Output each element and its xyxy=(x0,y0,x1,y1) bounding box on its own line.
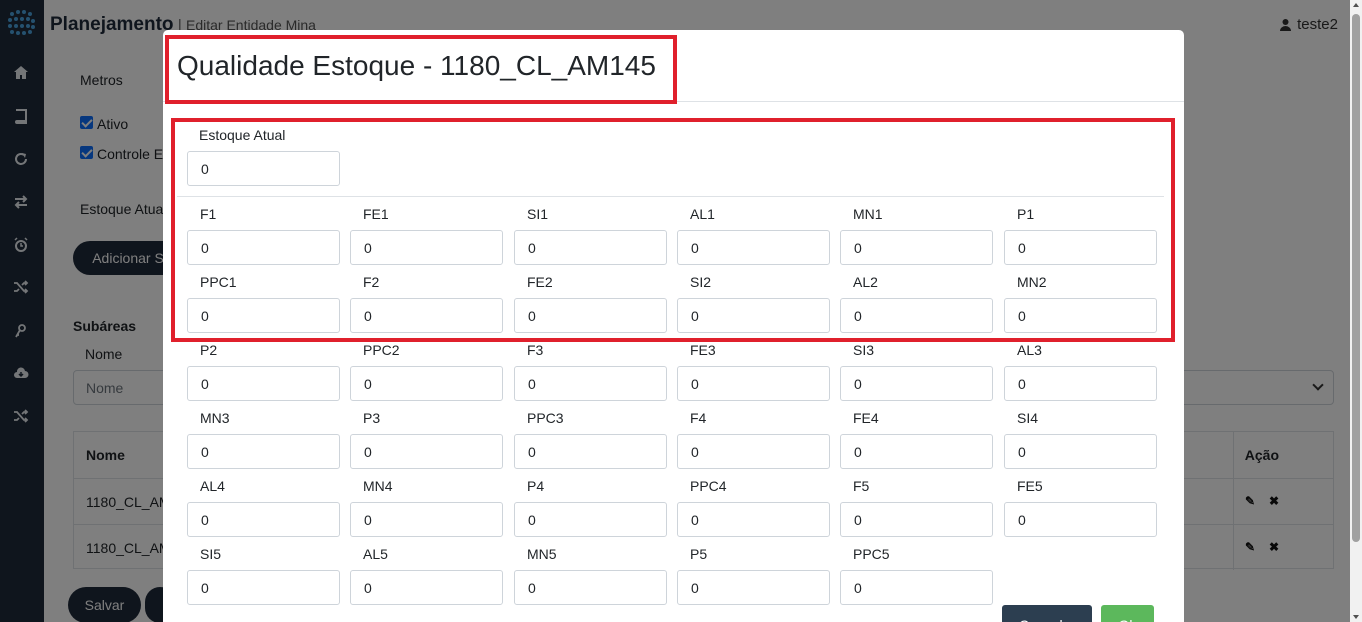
field-input-f3[interactable] xyxy=(514,366,667,401)
field-label-p3: P3 xyxy=(363,410,381,426)
field-input-si2[interactable] xyxy=(677,298,830,333)
field-input-fe1[interactable] xyxy=(350,230,503,265)
scroll-down-arrow-icon[interactable] xyxy=(1353,615,1359,619)
field-input-p3[interactable] xyxy=(350,434,503,469)
field-label-fe2: FE2 xyxy=(527,274,553,290)
field-label-si4: SI4 xyxy=(1017,410,1039,426)
field-label-si2: SI2 xyxy=(690,274,712,290)
field-label-al3: AL3 xyxy=(1017,342,1042,358)
field-input-f4[interactable] xyxy=(677,434,830,469)
field-input-al1[interactable] xyxy=(677,230,830,265)
field-input-fe5[interactable] xyxy=(1004,502,1157,537)
field-label-al4: AL4 xyxy=(200,478,225,494)
scroll-up-arrow-icon[interactable] xyxy=(1353,3,1359,7)
field-label-fe4: FE4 xyxy=(853,410,879,426)
field-label-ppc5: PPC5 xyxy=(853,546,890,562)
cancel-button[interactable]: Cancelar xyxy=(1002,605,1092,622)
field-label-al1: AL1 xyxy=(690,206,715,222)
field-label-f3: F3 xyxy=(527,342,544,358)
field-input-mn5[interactable] xyxy=(514,570,667,605)
field-label-p4: P4 xyxy=(527,478,545,494)
field-label-ppc4: PPC4 xyxy=(690,478,727,494)
field-label-mn3: MN3 xyxy=(200,410,230,426)
field-label-mn2: MN2 xyxy=(1017,274,1047,290)
field-input-mn4[interactable] xyxy=(350,502,503,537)
field-input-ppc4[interactable] xyxy=(677,502,830,537)
field-label-f2: F2 xyxy=(363,274,380,290)
ok-button[interactable]: Ok xyxy=(1101,605,1154,622)
field-input-p5[interactable] xyxy=(677,570,830,605)
field-label-f1: F1 xyxy=(200,206,217,222)
field-label-ppc3: PPC3 xyxy=(527,410,564,426)
field-input-al3[interactable] xyxy=(1004,366,1157,401)
field-input-si4[interactable] xyxy=(1004,434,1157,469)
divider xyxy=(177,196,1164,197)
field-input-si5[interactable] xyxy=(187,570,340,605)
field-input-ppc1[interactable] xyxy=(187,298,340,333)
field-input-f1[interactable] xyxy=(187,230,340,265)
field-label-al2: AL2 xyxy=(853,274,878,290)
field-label-si5: SI5 xyxy=(200,546,222,562)
field-input-f5[interactable] xyxy=(840,502,993,537)
field-label-p1: P1 xyxy=(1017,206,1035,222)
field-input-ppc2[interactable] xyxy=(350,366,503,401)
field-input-si1[interactable] xyxy=(514,230,667,265)
field-label-mn5: MN5 xyxy=(527,546,557,562)
field-input-al5[interactable] xyxy=(350,570,503,605)
field-label-p5: P5 xyxy=(690,546,708,562)
field-input-p4[interactable] xyxy=(514,502,667,537)
field-label-f5: F5 xyxy=(853,478,870,494)
field-input-fe2[interactable] xyxy=(514,298,667,333)
field-label-fe1: FE1 xyxy=(363,206,389,222)
field-label-f4: F4 xyxy=(690,410,707,426)
field-label-p2: P2 xyxy=(200,342,218,358)
field-input-mn1[interactable] xyxy=(840,230,993,265)
field-input-mn2[interactable] xyxy=(1004,298,1157,333)
page-scrollbar[interactable] xyxy=(1350,0,1362,622)
estoque-atual-label: Estoque Atual xyxy=(199,127,286,143)
field-input-al2[interactable] xyxy=(840,298,993,333)
field-input-si3[interactable] xyxy=(840,366,993,401)
field-input-p2[interactable] xyxy=(187,366,340,401)
field-input-ppc3[interactable] xyxy=(514,434,667,469)
field-input-f2[interactable] xyxy=(350,298,503,333)
field-input-fe4[interactable] xyxy=(840,434,993,469)
field-input-fe3[interactable] xyxy=(677,366,830,401)
modal-header: Qualidade Estoque - 1180_CL_AM145 xyxy=(163,30,1184,102)
field-label-fe3: FE3 xyxy=(690,342,716,358)
field-label-si1: SI1 xyxy=(527,206,549,222)
quality-modal: Qualidade Estoque - 1180_CL_AM145 Estoqu… xyxy=(163,30,1184,622)
field-label-ppc2: PPC2 xyxy=(363,342,400,358)
field-input-al4[interactable] xyxy=(187,502,340,537)
modal-title: Qualidade Estoque - 1180_CL_AM145 xyxy=(177,50,656,81)
field-label-fe5: FE5 xyxy=(1017,478,1043,494)
scroll-thumb[interactable] xyxy=(1352,14,1360,542)
estoque-atual-input[interactable] xyxy=(187,151,340,186)
field-label-mn1: MN1 xyxy=(853,206,883,222)
field-input-mn3[interactable] xyxy=(187,434,340,469)
field-label-al5: AL5 xyxy=(363,546,388,562)
field-label-mn4: MN4 xyxy=(363,478,393,494)
field-label-si3: SI3 xyxy=(853,342,875,358)
field-label-ppc1: PPC1 xyxy=(200,274,237,290)
field-input-p1[interactable] xyxy=(1004,230,1157,265)
field-input-ppc5[interactable] xyxy=(840,570,993,605)
